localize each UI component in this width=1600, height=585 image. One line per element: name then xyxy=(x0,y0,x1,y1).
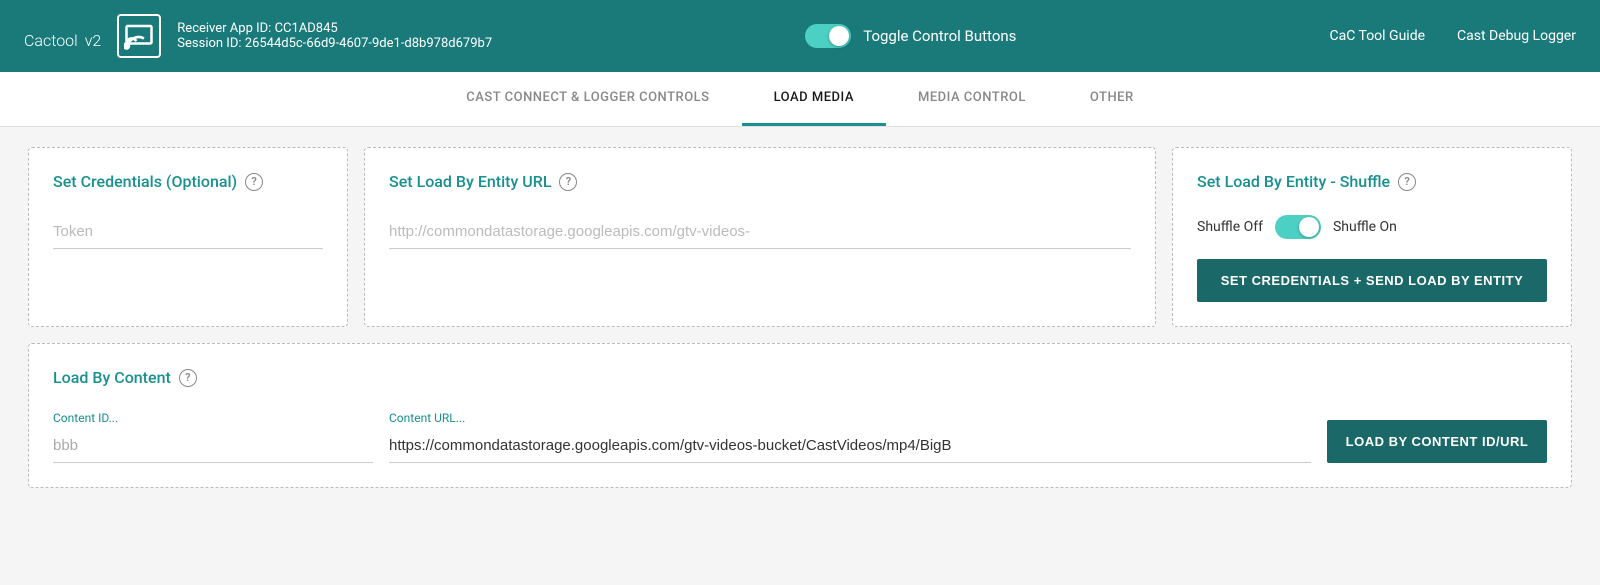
tab-cast-connect[interactable]: CAST CONNECT & LOGGER CONTROLS xyxy=(434,72,741,126)
cast-icon xyxy=(117,14,161,58)
shuffle-card-title: Set Load By Entity - Shuffle ? xyxy=(1197,172,1547,191)
shuffle-off-label: Shuffle Off xyxy=(1197,219,1263,235)
toggle-label: Toggle Control Buttons xyxy=(863,27,1016,45)
tabs-bar: CAST CONNECT & LOGGER CONTROLS LOAD MEDI… xyxy=(0,72,1600,127)
logo-name: Cactool xyxy=(24,31,78,50)
nav-guide-link[interactable]: CaC Tool Guide xyxy=(1329,28,1425,44)
logo-version: v2 xyxy=(85,31,102,50)
entity-url-card-title: Set Load By Entity URL ? xyxy=(389,172,1131,191)
header-left: Cactool v2 Receiver App ID: CC1AD845 Ses… xyxy=(24,14,492,58)
load-content-inputs-row: Content ID... Content URL... LOAD BY CON… xyxy=(53,411,1547,463)
content-url-label: Content URL... xyxy=(389,411,1311,425)
header-nav: CaC Tool Guide Cast Debug Logger xyxy=(1329,28,1576,44)
shuffle-card: Set Load By Entity - Shuffle ? Shuffle O… xyxy=(1172,147,1572,327)
session-info: Session ID: 26544d5c-66d9-4607-9de1-d8b9… xyxy=(177,36,492,51)
app-header: Cactool v2 Receiver App ID: CC1AD845 Ses… xyxy=(0,0,1600,72)
logo-text: Cactool v2 xyxy=(24,20,101,53)
load-by-content-button[interactable]: LOAD BY CONTENT ID/URL xyxy=(1327,420,1547,463)
tab-other[interactable]: OTHER xyxy=(1058,72,1166,126)
shuffle-toggle-row: Shuffle Off Shuffle On xyxy=(1197,215,1547,239)
main-content: Set Credentials (Optional) ? Set Load By… xyxy=(0,127,1600,508)
load-content-title: Load By Content ? xyxy=(53,368,1547,387)
nav-logger-link[interactable]: Cast Debug Logger xyxy=(1457,28,1576,44)
tab-media-control[interactable]: MEDIA CONTROL xyxy=(886,72,1058,126)
shuffle-toggle[interactable] xyxy=(1275,215,1321,239)
cast-svg-icon xyxy=(124,21,154,51)
load-content-help-icon[interactable]: ? xyxy=(179,369,197,387)
credentials-card-title: Set Credentials (Optional) ? xyxy=(53,172,323,191)
receiver-app-info: Receiver App ID: CC1AD845 xyxy=(177,21,492,36)
content-url-input[interactable] xyxy=(389,429,1311,463)
shuffle-help-icon[interactable]: ? xyxy=(1398,173,1416,191)
content-url-group: Content URL... xyxy=(389,411,1311,463)
load-content-card: Load By Content ? Content ID... Content … xyxy=(28,343,1572,488)
token-input[interactable] xyxy=(53,215,323,249)
shuffle-on-label: Shuffle On xyxy=(1333,219,1397,235)
header-info: Receiver App ID: CC1AD845 Session ID: 26… xyxy=(177,21,492,51)
header-center: Toggle Control Buttons xyxy=(805,24,1016,48)
shuffle-toggle-thumb xyxy=(1299,217,1319,237)
content-id-input[interactable] xyxy=(53,429,373,463)
entity-url-input[interactable] xyxy=(389,215,1131,249)
credentials-card: Set Credentials (Optional) ? xyxy=(28,147,348,327)
set-credentials-send-load-button[interactable]: SET CREDENTIALS + SEND LOAD BY ENTITY xyxy=(1197,259,1547,302)
entity-url-card: Set Load By Entity URL ? xyxy=(364,147,1156,327)
content-id-group: Content ID... xyxy=(53,411,373,463)
content-id-label: Content ID... xyxy=(53,411,373,425)
entity-url-help-icon[interactable]: ? xyxy=(559,173,577,191)
credentials-help-icon[interactable]: ? xyxy=(245,173,263,191)
toggle-control-buttons[interactable] xyxy=(805,24,851,48)
tab-load-media[interactable]: LOAD MEDIA xyxy=(742,72,886,126)
top-cards-row: Set Credentials (Optional) ? Set Load By… xyxy=(28,147,1572,327)
